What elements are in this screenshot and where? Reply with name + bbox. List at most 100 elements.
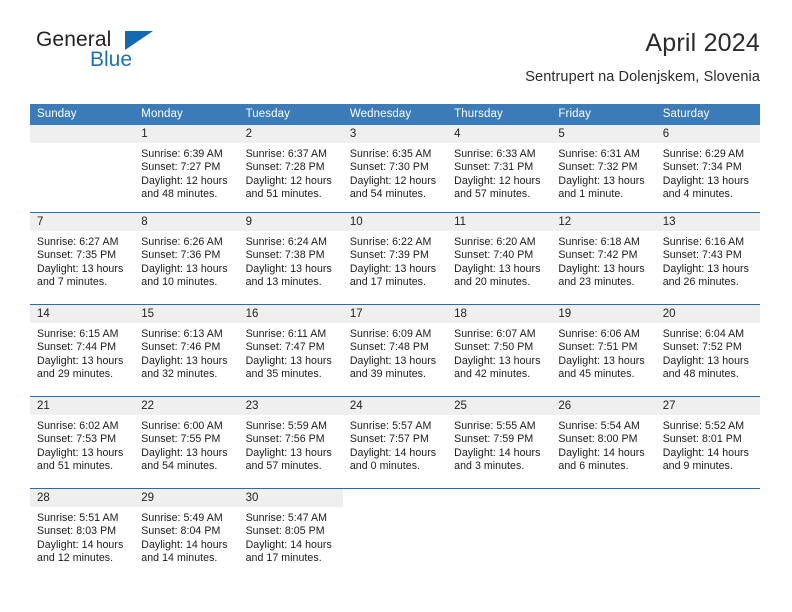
daylight-text-line1: Daylight: 13 hours: [558, 174, 645, 187]
calendar-day-cell[interactable]: 12 Sunrise: 6:18 AM Sunset: 7:42 PM Dayligh…: [551, 213, 656, 304]
day-details: Sunrise: 6:22 AM Sunset: 7:39 PM Daylight:…: [343, 231, 447, 290]
page-title: April 2024: [645, 29, 760, 57]
daylight-text-line2: and 17 minutes.: [245, 552, 322, 565]
sunrise-text: Sunrise: 5:49 AM: [141, 512, 223, 524]
calendar-day-cell[interactable]: 24 Sunrise: 5:57 AM Sunset: 7:57 PM Dayligh…: [342, 397, 448, 488]
sunset-text: Sunset: 7:56 PM: [245, 433, 325, 446]
sunset-text: Sunset: 7:46 PM: [141, 341, 221, 354]
daylight-text-line2: and 26 minutes.: [662, 276, 739, 289]
calendar-day-cell[interactable]: 15 Sunrise: 6:13 AM Sunset: 7:46 PM Dayligh…: [134, 305, 239, 396]
sunrise-text: Sunrise: 5:47 AM: [245, 512, 328, 524]
day-details: Sunrise: 5:47 AM Sunset: 8:05 PM Daylight:…: [239, 507, 343, 566]
calendar-day-cell[interactable]: 6 Sunrise: 6:29 AM Sunset: 7:34 PM Daylight…: [655, 125, 760, 212]
day-number-band: [656, 489, 760, 507]
calendar-day-cell[interactable]: 13 Sunrise: 6:16 AM Sunset: 7:43 PM Dayligh…: [655, 213, 760, 304]
sunset-text: Sunset: 8:01 PM: [662, 433, 742, 446]
sunset-text: Sunset: 7:40 PM: [454, 249, 534, 262]
calendar-day-cell[interactable]: 7 Sunrise: 6:27 AM Sunset: 7:35 PM Daylight…: [30, 213, 135, 304]
calendar-day-cell[interactable]: 27 Sunrise: 5:52 AM Sunset: 8:01 PM Dayligh…: [655, 397, 760, 488]
sunrise-text: Sunrise: 6:04 AM: [662, 328, 745, 340]
weekday-friday: Friday: [558, 108, 591, 120]
daylight-text-line1: Daylight: 14 hours: [245, 538, 332, 551]
sunrise-text: Sunrise: 6:37 AM: [245, 148, 328, 160]
sunrise-text: Sunrise: 6:26 AM: [141, 236, 223, 248]
calendar-day-cell[interactable]: 22 Sunrise: 6:00 AM Sunset: 7:55 PM Dayligh…: [134, 397, 239, 488]
day-number: 16: [245, 308, 259, 320]
daylight-text-line1: Daylight: 13 hours: [454, 354, 541, 367]
calendar-day-cell[interactable]: 17 Sunrise: 6:09 AM Sunset: 7:48 PM Dayligh…: [342, 305, 448, 396]
calendar-day-cell[interactable]: 25 Sunrise: 5:55 AM Sunset: 7:59 PM Dayligh…: [447, 397, 552, 488]
daylight-text-line2: and 14 minutes.: [141, 552, 218, 565]
day-number: 19: [558, 308, 572, 320]
calendar-day-cell[interactable]: 28 Sunrise: 5:51 AM Sunset: 8:03 PM Dayligh…: [30, 489, 135, 573]
day-number-band: 29: [134, 489, 239, 507]
calendar-day-cell[interactable]: 3 Sunrise: 6:35 AM Sunset: 7:30 PM Daylight…: [342, 125, 448, 212]
sunrise-text: Sunrise: 6:35 AM: [349, 148, 432, 160]
daylight-text-line2: and 13 minutes.: [245, 276, 322, 289]
calendar-day-cell[interactable]: 4 Sunrise: 6:33 AM Sunset: 7:31 PM Daylight…: [447, 125, 552, 212]
day-number: 12: [558, 216, 572, 228]
day-details: [447, 507, 551, 512]
daylight-text-line2: and 29 minutes.: [37, 368, 114, 381]
day-number: 27: [662, 400, 676, 412]
day-details: Sunrise: 6:04 AM Sunset: 7:52 PM Daylight:…: [656, 323, 760, 382]
calendar-day-cell[interactable]: 23 Sunrise: 5:59 AM Sunset: 7:56 PM Dayligh…: [238, 397, 343, 488]
day-details: [30, 143, 134, 148]
daylight-text-line2: and 12 minutes.: [37, 552, 114, 565]
sunset-text: Sunset: 7:57 PM: [349, 433, 429, 446]
calendar-day-cell[interactable]: 8 Sunrise: 6:26 AM Sunset: 7:36 PM Daylight…: [134, 213, 239, 304]
daylight-text-line1: Daylight: 12 hours: [245, 174, 332, 187]
calendar-day-cell[interactable]: 5 Sunrise: 6:31 AM Sunset: 7:32 PM Daylight…: [551, 125, 656, 212]
weekday-saturday: Saturday: [662, 108, 710, 120]
page-header: General Blue April 2024 Sentrupert na Do…: [30, 28, 760, 90]
calendar-empty-cell: [447, 489, 551, 573]
calendar-day-cell[interactable]: 10 Sunrise: 6:22 AM Sunset: 7:39 PM Dayligh…: [342, 213, 448, 304]
sunset-text: Sunset: 7:30 PM: [349, 161, 429, 174]
weekday-header-row: Sunday Monday Tuesday Wednesday Thursday…: [30, 104, 760, 125]
calendar-day-cell[interactable]: 9 Sunrise: 6:24 AM Sunset: 7:38 PM Daylight…: [238, 213, 343, 304]
day-number: 20: [662, 308, 676, 320]
daylight-text-line1: Daylight: 13 hours: [245, 354, 332, 367]
daylight-text-line2: and 57 minutes.: [245, 460, 322, 473]
calendar-day-cell[interactable]: 16 Sunrise: 6:11 AM Sunset: 7:47 PM Dayligh…: [238, 305, 343, 396]
calendar-day-cell[interactable]: 26 Sunrise: 5:54 AM Sunset: 8:00 PM Dayligh…: [551, 397, 656, 488]
day-number-band: 15: [134, 305, 239, 323]
day-details: Sunrise: 6:26 AM Sunset: 7:36 PM Daylight:…: [134, 231, 238, 290]
calendar-day-cell[interactable]: 2 Sunrise: 6:37 AM Sunset: 7:28 PM Daylight…: [238, 125, 343, 212]
calendar-day-cell[interactable]: 11 Sunrise: 6:20 AM Sunset: 7:40 PM Dayligh…: [447, 213, 552, 304]
calendar-day-cell[interactable]: 1 Sunrise: 6:39 AM Sunset: 7:27 PM Daylight…: [134, 125, 239, 212]
sunset-text: Sunset: 7:36 PM: [141, 249, 221, 262]
general-blue-logo: General Blue: [30, 28, 210, 84]
day-details: Sunrise: 6:15 AM Sunset: 7:44 PM Daylight:…: [30, 323, 134, 382]
calendar-day-cell[interactable]: 18 Sunrise: 6:07 AM Sunset: 7:50 PM Dayligh…: [447, 305, 552, 396]
calendar-day-cell[interactable]: 19 Sunrise: 6:06 AM Sunset: 7:51 PM Dayligh…: [551, 305, 656, 396]
day-number-band: 24: [342, 397, 448, 415]
sunset-text: Sunset: 7:38 PM: [245, 249, 325, 262]
sunrise-text: Sunrise: 6:20 AM: [454, 236, 536, 248]
day-number: 14: [37, 308, 50, 320]
day-details: Sunrise: 6:13 AM Sunset: 7:46 PM Daylight:…: [134, 323, 238, 382]
daylight-text-line2: and 57 minutes.: [454, 188, 531, 201]
daylight-text-line1: Daylight: 12 hours: [349, 174, 437, 187]
sunset-text: Sunset: 7:35 PM: [37, 249, 117, 262]
day-number: 10: [349, 216, 363, 228]
day-number-band: 9: [238, 213, 343, 231]
calendar-day-cell[interactable]: 20 Sunrise: 6:04 AM Sunset: 7:52 PM Dayligh…: [655, 305, 760, 396]
day-details: [343, 507, 447, 512]
calendar-day-cell[interactable]: 29 Sunrise: 5:49 AM Sunset: 8:04 PM Dayligh…: [134, 489, 239, 573]
sunrise-text: Sunrise: 6:18 AM: [558, 236, 640, 248]
sunset-text: Sunset: 7:34 PM: [662, 161, 742, 174]
calendar-day-cell[interactable]: 30 Sunrise: 5:47 AM Sunset: 8:05 PM Dayligh…: [238, 489, 343, 573]
calendar-day-cell[interactable]: 21 Sunrise: 6:02 AM Sunset: 7:53 PM Dayligh…: [30, 397, 135, 488]
daylight-text-line2: and 51 minutes.: [37, 460, 114, 473]
day-number-band: 11: [447, 213, 552, 231]
calendar-week-row: 14 Sunrise: 6:15 AM Sunset: 7:44 PM Dayligh…: [30, 304, 760, 396]
day-number: 8: [141, 216, 148, 228]
calendar-day-cell[interactable]: 14 Sunrise: 6:15 AM Sunset: 7:44 PM Dayligh…: [30, 305, 135, 396]
day-details: Sunrise: 6:37 AM Sunset: 7:28 PM Daylight:…: [239, 143, 343, 202]
calendar-empty-cell: [656, 489, 760, 573]
day-number-band: 12: [551, 213, 656, 231]
calendar-empty-cell: [343, 489, 447, 573]
day-number-band: 7: [30, 213, 135, 231]
day-details: Sunrise: 6:35 AM Sunset: 7:30 PM Daylight:…: [343, 143, 447, 202]
